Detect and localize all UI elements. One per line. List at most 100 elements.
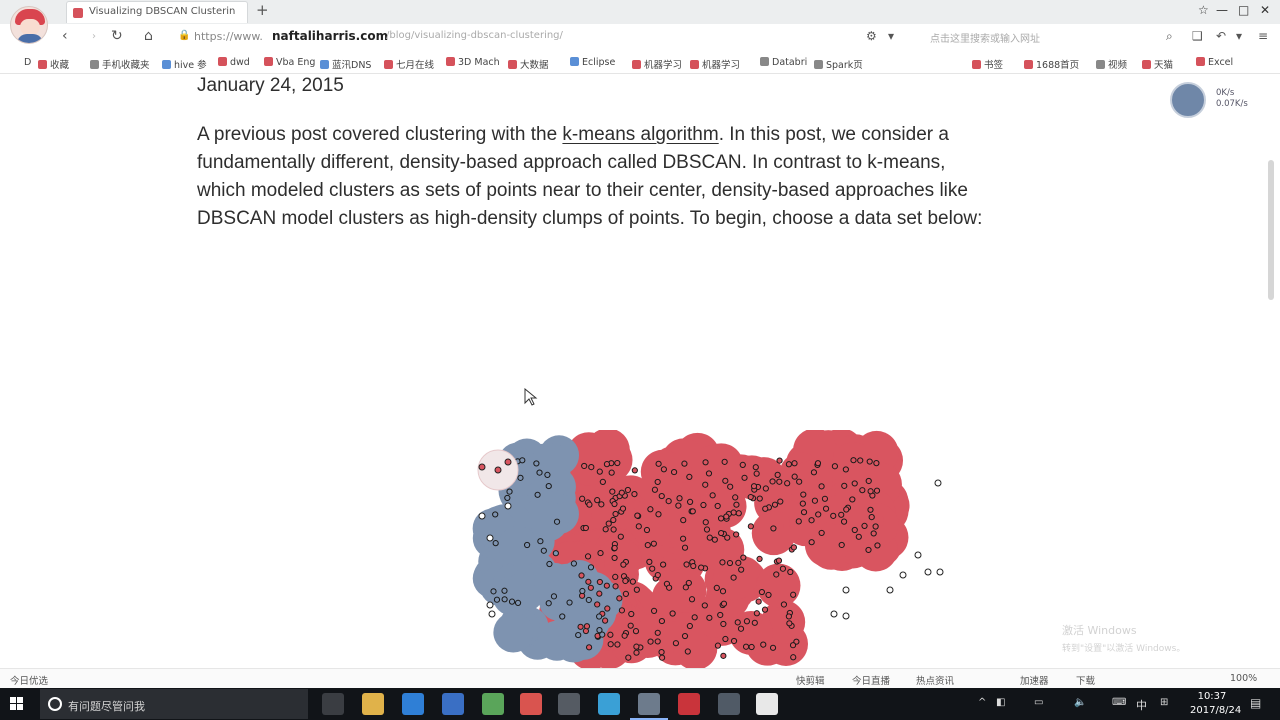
back-icon[interactable]: ‹ [62,28,68,44]
tray-app-icon[interactable]: ◧ [996,697,1005,708]
address-bar[interactable]: 🔒 https://www. naftaliharris.com /blog/v… [172,26,862,48]
bookmark-item[interactable]: Eclipse [570,57,615,68]
bookmark-item[interactable]: hive 参 [162,57,207,71]
status-item-news[interactable]: 热点资讯 [916,673,954,687]
cluster-point [612,583,619,590]
bookmark-item[interactable]: dwd [218,57,250,68]
status-item-live[interactable]: 今日直播 [852,673,890,687]
windows-start-icon[interactable] [10,697,24,711]
cluster-point [771,501,779,508]
bookmark-item[interactable]: 3D Mach [446,57,500,68]
cluster-point [789,642,797,649]
cluster-point [602,526,609,533]
status-left[interactable]: 今日优选 [10,673,48,687]
taskbar-explorer-icon[interactable] [362,693,384,715]
home-icon[interactable]: ⌂ [144,28,153,44]
dropdown-icon[interactable]: ▾ [888,29,894,43]
cluster-point [635,523,642,530]
taskbar-search-text: 有问题尽管问我 [68,700,145,713]
bookmark-item[interactable]: 机器学习 [632,57,682,71]
status-zoom[interactable]: 100% [1230,673,1257,684]
bookmark-item[interactable]: 大数据 [508,57,549,71]
status-item-clip[interactable]: 快剪辑 [796,673,825,687]
k-means-link[interactable]: k-means algorithm [562,124,718,145]
status-item-download[interactable]: 下载 [1076,673,1095,687]
bookmark-item[interactable]: 天猫 [1142,57,1173,71]
cluster-point [706,614,713,621]
undo-icon[interactable]: ↶ [1216,29,1226,43]
cluster-point [585,644,593,651]
taskbar-task-view-icon[interactable] [322,693,344,715]
taskbar-app-green-icon[interactable] [482,693,504,715]
new-tab-button[interactable]: + [256,1,269,19]
volume-icon[interactable]: 🔈 [1074,697,1086,708]
status-item-accelerator[interactable]: 加速器 [1020,673,1049,687]
close-button[interactable]: ✕ [1260,3,1270,17]
cluster-point [611,554,618,562]
user-avatar[interactable] [10,6,48,44]
network-speed-widget[interactable]: 0K/s 0.07K/s [1166,80,1276,120]
taskbar-active-app-icon[interactable] [630,693,668,720]
noise-point [924,568,932,576]
cluster-point [627,622,634,629]
taskbar-app-dark-icon[interactable] [558,693,580,715]
cluster-point [842,466,849,473]
noise-point [934,479,942,487]
bookmark-item[interactable]: 书签 [972,57,1003,71]
sidebar-icon[interactable]: ❑ [1192,29,1203,43]
favorite-icon[interactable]: ☆ [1198,3,1209,17]
cluster-point [711,536,718,543]
cluster-point [873,460,880,467]
cluster-point [604,605,611,612]
cluster-point [735,559,742,566]
cluster-point [646,558,653,565]
taskbar-chrome-icon[interactable] [520,693,542,715]
tray-action-icon[interactable]: ⊞ [1160,697,1168,708]
bookmark-favicon-icon [690,60,699,69]
taskbar-search[interactable]: 有问题尽管问我 [40,689,308,719]
bookmark-item[interactable]: Excel [1196,57,1233,68]
bookmark-item[interactable]: 蓝汛DNS [320,57,371,71]
cluster-point [579,587,586,595]
reload-icon[interactable]: ↻ [111,28,123,44]
keyboard-icon[interactable]: ⌨ [1112,697,1126,708]
bookmark-favicon-icon [814,60,823,69]
bookmark-item[interactable]: 视频 [1096,57,1127,71]
taskbar-app-white-icon[interactable] [756,693,778,715]
cluster-point [718,529,725,537]
dbscan-cluster-plot[interactable] [460,430,960,670]
minimize-button[interactable]: — [1216,3,1228,17]
site-favicon-icon [73,8,83,18]
taskbar-store-icon[interactable] [442,693,464,715]
bookmark-item[interactable]: 机器学习 [690,57,740,71]
page-scrollbar[interactable] [1268,160,1274,300]
bookmark-item[interactable]: 收藏 [38,57,69,71]
menu-dropdown-icon[interactable]: ▾ [1236,29,1242,43]
bookmark-item[interactable]: Vba Eng [264,57,315,68]
bookmark-item[interactable]: Spark页 [814,57,863,71]
bookmark-item[interactable]: D [12,57,31,68]
bookmark-item[interactable]: 1688首页 [1024,57,1079,71]
taskbar-app-slate-icon[interactable] [718,693,740,715]
taskbar-app-red-icon[interactable] [678,693,700,715]
forward-icon[interactable]: › [92,31,96,42]
taskbar-edge-icon[interactable] [402,693,424,715]
tab-visualizing-dbscan[interactable]: Visualizing DBSCAN Clusterin [66,1,248,23]
search-hint[interactable]: 点击这里搜索或输入网址 [930,30,1040,45]
tray-chevron-icon[interactable]: ^ [978,697,986,708]
cluster-point [867,488,874,495]
notification-icon[interactable]: ▤ [1250,696,1261,710]
cluster-point [620,561,627,568]
ime-indicator[interactable]: 中 [1136,697,1147,713]
menu-icon[interactable]: ≡ [1258,29,1268,43]
bookmark-item[interactable]: 手机收藏夹 [90,57,150,71]
maximize-button[interactable]: □ [1238,3,1249,17]
search-icon[interactable]: ⌕ [1166,29,1173,44]
bookmark-item[interactable]: 七月在线 [384,57,434,71]
extension-icon[interactable]: ⚙ [866,29,877,43]
taskbar-browser-360-icon[interactable] [598,693,620,715]
bookmark-favicon-icon [1196,57,1205,66]
taskbar-clock[interactable]: 10:37 2017/8/24 [1190,690,1241,718]
bookmark-item[interactable]: Databri [760,57,807,68]
tray-network-icon[interactable]: ▭ [1034,697,1043,708]
